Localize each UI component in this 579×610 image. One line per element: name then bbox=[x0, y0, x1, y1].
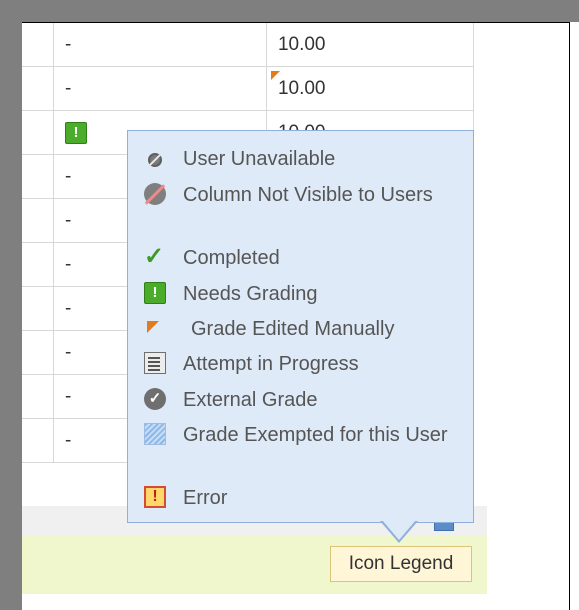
grade-edited-flag-icon bbox=[270, 71, 280, 80]
frame-right-line bbox=[569, 22, 570, 610]
grade-value: 10.00 bbox=[277, 77, 326, 99]
grid-cell-left bbox=[22, 330, 54, 375]
window-top-border bbox=[0, 0, 579, 22]
needs-grading-icon: ! bbox=[144, 282, 166, 304]
grade-exempted-icon bbox=[144, 423, 166, 445]
grid-cell-left bbox=[22, 286, 54, 331]
legend-label: Column Not Visible to Users bbox=[183, 184, 433, 206]
table-row[interactable]: - 10.00 bbox=[22, 23, 475, 67]
legend-label: External Grade bbox=[183, 389, 318, 411]
grid-cell-left bbox=[22, 23, 54, 67]
grid-cell-left bbox=[22, 242, 54, 287]
grade-cell[interactable]: 10.00 bbox=[265, 23, 475, 67]
grid-cell-left bbox=[22, 374, 54, 419]
legend-label: Grade Edited Manually bbox=[191, 318, 395, 340]
legend-item-attempt-in-progress: Attempt in Progress bbox=[144, 350, 453, 378]
legend-item-error: ! Error bbox=[144, 484, 453, 512]
grid-cell-left bbox=[22, 418, 54, 463]
legend-label: Needs Grading bbox=[183, 283, 318, 305]
status-cell[interactable]: - bbox=[52, 66, 267, 111]
legend-label: Error bbox=[183, 487, 228, 509]
legend-item-user-unavailable: User Unavailable bbox=[144, 145, 453, 173]
popup-pointer-inner bbox=[382, 520, 416, 540]
legend-item-column-not-visible: Column Not Visible to Users bbox=[144, 181, 453, 209]
icon-legend-button[interactable]: Icon Legend bbox=[330, 546, 472, 582]
legend-label: Attempt in Progress bbox=[183, 353, 359, 375]
window-left-border bbox=[0, 0, 22, 610]
error-icon: ! bbox=[144, 486, 166, 508]
legend-item-external-grade: ✓ External Grade bbox=[144, 386, 453, 414]
completed-check-icon: ✓ bbox=[144, 243, 165, 270]
legend-item-needs-grading: ! Needs Grading bbox=[144, 280, 453, 308]
grid-cell-left bbox=[22, 110, 54, 155]
legend-item-grade-exempted: Grade Exempted for this User bbox=[144, 421, 453, 449]
grid-cell-left bbox=[22, 154, 54, 199]
legend-item-completed: ✓ Completed bbox=[144, 244, 453, 272]
grid-cell-left bbox=[22, 198, 54, 243]
grid-cell-left bbox=[22, 66, 54, 111]
legend-label: Grade Exempted for this User bbox=[183, 424, 448, 446]
attempt-in-progress-icon bbox=[144, 352, 166, 374]
needs-grading-icon[interactable]: ! bbox=[64, 122, 87, 144]
grade-cell[interactable]: 10.00 bbox=[265, 66, 475, 111]
status-cell[interactable]: - bbox=[52, 23, 267, 67]
column-not-visible-icon bbox=[144, 183, 166, 205]
legend-item-grade-edited: Grade Edited Manually bbox=[144, 315, 461, 343]
legend-label: Completed bbox=[183, 247, 280, 269]
grade-edited-flag-icon bbox=[147, 321, 159, 333]
table-row[interactable]: - 10.00 bbox=[22, 66, 475, 111]
external-grade-icon: ✓ bbox=[144, 388, 166, 410]
user-unavailable-icon bbox=[148, 153, 162, 167]
legend-label: User Unavailable bbox=[183, 148, 336, 170]
icon-legend-popup: User Unavailable Column Not Visible to U… bbox=[127, 130, 474, 523]
